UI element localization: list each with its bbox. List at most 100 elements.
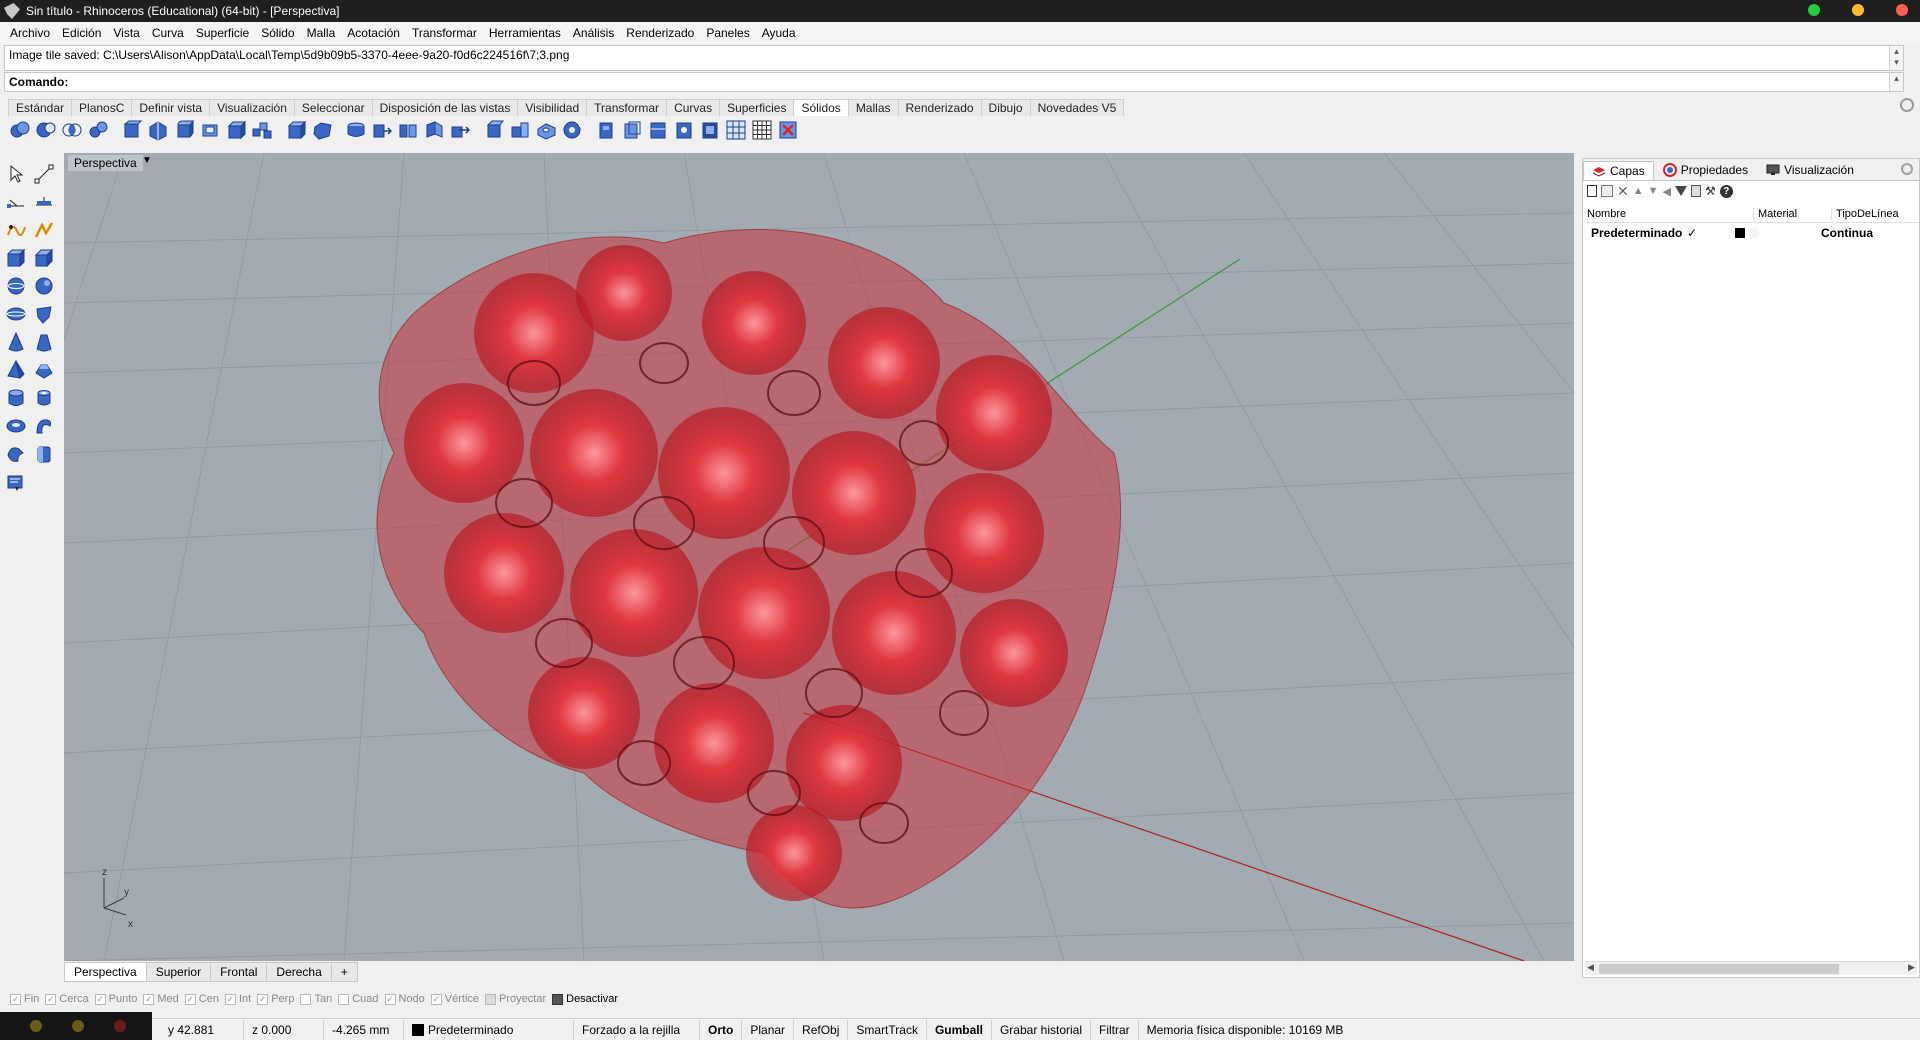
minimize-button[interactable] [1808, 4, 1820, 16]
layer-row[interactable]: Predeterminado ✓ Continua [1583, 223, 1919, 243]
paraboloid-icon[interactable] [32, 302, 56, 326]
solid-array-icon[interactable] [250, 118, 274, 142]
osnap-nodo[interactable]: ✓ Nodo [384, 993, 425, 1005]
text-object-icon[interactable] [4, 470, 28, 494]
boolean-difference-icon[interactable] [34, 118, 58, 142]
menu-superficie[interactable]: Superficie [190, 26, 255, 40]
sphere-3pt-icon[interactable] [32, 274, 56, 298]
boolean-intersection-icon[interactable] [60, 118, 84, 142]
menu-transformar[interactable]: Transformar [406, 26, 483, 40]
extrude-curve-icon[interactable] [4, 442, 28, 466]
osnap-proyectar[interactable]: Proyectar [485, 993, 546, 1005]
extrude-face-icon[interactable] [448, 118, 472, 142]
shell-icon[interactable] [198, 118, 222, 142]
solid-box-corner-icon[interactable] [32, 246, 56, 270]
polyline-icon[interactable] [32, 190, 56, 214]
offset-solid-icon[interactable] [224, 118, 248, 142]
layer-color-swatch[interactable] [1735, 228, 1745, 238]
close-button[interactable] [1896, 4, 1908, 16]
command-history[interactable]: Image tile saved: C:\Users\Alison\AppDat… [4, 45, 1904, 71]
pyramid-icon[interactable] [4, 358, 28, 382]
command-prompt-scrollbar[interactable]: ▴ [1889, 73, 1903, 91]
tab-visibilidad[interactable]: Visibilidad [517, 99, 588, 116]
col-tipodelinea[interactable]: TipoDeLínea [1831, 207, 1919, 220]
toolbar-gear-icon[interactable] [1900, 98, 1914, 112]
solid-edit-2-icon[interactable] [620, 118, 644, 142]
status-ortho[interactable]: Orto [700, 1019, 743, 1040]
truncated-pyramid-icon[interactable] [32, 358, 56, 382]
status-osnap[interactable]: RefObj [794, 1019, 849, 1040]
panel-scroll-thumb[interactable] [1599, 964, 1839, 974]
filter-icon[interactable] [1674, 186, 1687, 196]
rotate-hole-icon[interactable] [560, 118, 584, 142]
tab-dibujo[interactable]: Dibujo [980, 99, 1031, 116]
move-parent-icon[interactable]: ◀ [1663, 185, 1671, 198]
tab-planosc[interactable]: PlanosC [71, 99, 133, 116]
move-down-icon[interactable]: ▼ [1648, 185, 1659, 197]
boolean-union-icon[interactable] [8, 118, 32, 142]
layer-current-check[interactable]: ✓ [1683, 226, 1731, 240]
command-prompt[interactable]: Comando: ▴ [4, 72, 1904, 92]
viewport-menu-arrow-icon[interactable]: ▼ [142, 155, 152, 166]
extrude-surface-icon[interactable] [32, 442, 56, 466]
box-corner-icon[interactable] [310, 118, 334, 142]
tab-mallas[interactable]: Mallas [847, 99, 899, 116]
select-arrow-icon[interactable] [4, 162, 28, 186]
new-sublayer-icon[interactable] [1601, 185, 1613, 197]
panel-tab-propiedades[interactable]: Propiedades [1654, 160, 1757, 180]
viewport-tab-frontal[interactable]: Frontal [210, 962, 268, 982]
viewport-tab-derecha[interactable]: Derecha [266, 962, 332, 982]
cone-icon[interactable] [4, 330, 28, 354]
grid-a-icon[interactable] [724, 118, 748, 142]
tab-solidos[interactable]: Sólidos [793, 99, 849, 116]
ellipsoid-icon[interactable] [4, 302, 28, 326]
osnap-int[interactable]: ✓ Int [224, 993, 251, 1005]
menu-paneles[interactable]: Paneles [700, 26, 755, 40]
move-up-icon[interactable]: ▲ [1633, 185, 1644, 197]
perspective-viewport[interactable]: z y x Perspectiva ▼ [64, 153, 1574, 961]
delete-solid-icon[interactable] [776, 118, 800, 142]
status-layer[interactable]: Predeterminado [404, 1019, 574, 1040]
viewport-tab-add[interactable]: + [330, 962, 358, 982]
menu-malla[interactable]: Malla [301, 26, 342, 40]
fold-face-icon[interactable] [422, 118, 446, 142]
menu-analisis[interactable]: Análisis [567, 26, 620, 40]
panel-tab-visualizacion[interactable]: Visualización [1757, 160, 1863, 180]
menu-herramientas[interactable]: Herramientas [483, 26, 567, 40]
viewport-title[interactable]: Perspectiva [68, 155, 143, 171]
tab-superficies[interactable]: Superficies [719, 99, 795, 116]
delete-layer-icon[interactable]: ✕ [1617, 184, 1629, 198]
viewport-canvas[interactable]: z y x [64, 153, 1574, 961]
panel-gear-icon[interactable] [1901, 163, 1913, 175]
move-untrimmed-face-icon[interactable] [482, 118, 506, 142]
tab-definir-vista[interactable]: Definir vista [131, 99, 211, 116]
col-material[interactable]: Material [1753, 207, 1831, 220]
tab-seleccionar[interactable]: Seleccionar [293, 99, 373, 116]
status-history[interactable]: Grabar historial [992, 1019, 1091, 1040]
tab-estandar[interactable]: Estándar [8, 99, 73, 116]
torus-icon[interactable] [4, 414, 28, 438]
pipe-icon[interactable] [32, 414, 56, 438]
extract-surface-icon[interactable] [146, 118, 170, 142]
point-icon[interactable] [32, 162, 56, 186]
viewport-tab-superior[interactable]: Superior [145, 962, 212, 982]
status-smarttrack[interactable]: SmartTrack [848, 1019, 927, 1040]
solid-edit-3-icon[interactable] [646, 118, 670, 142]
menu-edicion[interactable]: Edición [56, 26, 107, 40]
solid-edit-5-icon[interactable] [698, 118, 722, 142]
help-icon[interactable]: ? [1719, 184, 1733, 198]
solid-edit-1-icon[interactable] [594, 118, 618, 142]
osnap-med[interactable]: ✓ Med [143, 993, 179, 1005]
move-face-to-boundary-icon[interactable] [508, 118, 532, 142]
status-grid-snap[interactable]: Forzado a la rejilla [574, 1019, 700, 1040]
solid-box-icon[interactable] [4, 246, 28, 270]
move-edge-icon[interactable] [370, 118, 394, 142]
make-hole-icon[interactable] [534, 118, 558, 142]
truncated-cone-icon[interactable] [32, 330, 56, 354]
menu-renderizado[interactable]: Renderizado [620, 26, 700, 40]
split-face-icon[interactable] [396, 118, 420, 142]
osnap-fin[interactable]: ✓ Fin [10, 993, 39, 1005]
maximize-button[interactable] [1852, 4, 1864, 16]
menu-solido[interactable]: Sólido [255, 26, 300, 40]
menu-vista[interactable]: Vista [107, 26, 145, 40]
